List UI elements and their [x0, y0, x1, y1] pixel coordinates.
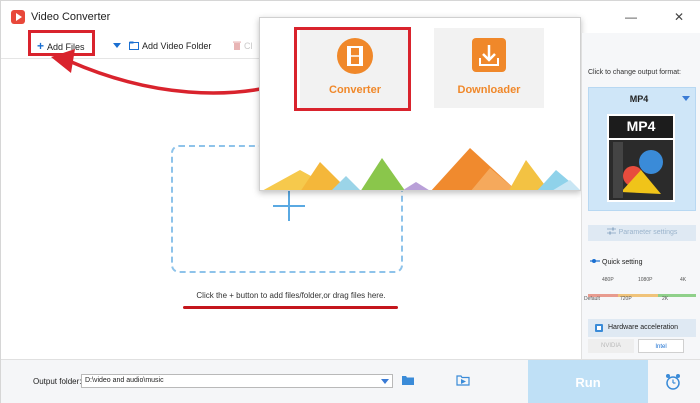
quality-slider[interactable] — [588, 289, 696, 297]
intel-chip[interactable]: Intel — [638, 339, 684, 353]
output-folder-field[interactable]: D:\video and audio\music — [81, 374, 393, 388]
add-plus-icon[interactable] — [273, 191, 305, 223]
tick-1080p: 1080P — [638, 277, 653, 283]
downloader-tile[interactable]: Downloader — [434, 28, 544, 108]
clear-button[interactable]: Cl — [233, 38, 253, 54]
app-logo-icon — [11, 10, 25, 24]
quick-setting: Quick setting — [590, 258, 642, 266]
tick-720p: 720P — [620, 296, 632, 302]
caret-down-icon — [682, 96, 690, 101]
clear-label: Cl — [244, 41, 253, 51]
trash-icon — [233, 41, 241, 50]
converter-highlight — [294, 27, 411, 111]
close-button[interactable]: ✕ — [669, 7, 689, 27]
tick-4k: 4K — [680, 277, 687, 283]
browse-folder-icon[interactable] — [401, 374, 415, 386]
minimize-button[interactable]: — — [621, 7, 641, 27]
output-sidebar: Click to change output format: MP4 MP4 P… — [581, 33, 700, 359]
bottom-bar: Output folder: D:\video and audio\music … — [1, 359, 700, 403]
folder-icon — [129, 41, 139, 50]
open-output-folder-icon[interactable] — [456, 374, 470, 386]
add-files-highlight — [28, 30, 95, 56]
add-files-dropdown[interactable] — [113, 38, 121, 54]
download-icon — [472, 38, 506, 72]
add-video-folder-label: Add Video Folder — [142, 41, 212, 51]
run-button[interactable]: Run — [528, 360, 648, 403]
add-video-folder-button[interactable]: Add Video Folder — [129, 38, 211, 54]
tick-480p: 480P — [602, 277, 614, 283]
chip-icon — [595, 324, 603, 332]
parameter-settings-button[interactable]: Parameter settings — [588, 225, 696, 241]
decorative-triangles — [263, 148, 580, 190]
parameter-settings-label: Parameter settings — [618, 229, 678, 236]
mp4-format-icon: MP4 — [607, 114, 675, 202]
quick-setting-label: Quick setting — [602, 259, 643, 266]
output-folder-label: Output folder: — [33, 377, 82, 386]
hardware-acceleration-label: Hardware acceleration — [608, 324, 679, 331]
app-window: Video Converter — ✕ + Add Files Add Video… — [0, 0, 700, 403]
hint-underline — [183, 306, 398, 309]
tick-default: Default — [584, 296, 600, 302]
caret-down-icon[interactable] — [381, 379, 389, 384]
downloader-label: Downloader — [457, 84, 521, 96]
app-title: Video Converter — [31, 11, 111, 23]
hardware-acceleration-button[interactable]: Hardware acceleration — [588, 319, 696, 337]
tick-2k: 2K — [662, 296, 669, 302]
drop-hint: Click the + button to add files/folder,o… — [196, 291, 386, 300]
tool-popup: Converter Downloader — [259, 17, 581, 191]
sliders-icon — [606, 227, 616, 235]
mp4-badge: MP4 — [626, 118, 656, 134]
caret-down-icon — [113, 43, 121, 48]
format-prompt: Click to change output format: — [588, 69, 681, 76]
output-format-selector[interactable]: MP4 MP4 — [588, 87, 696, 211]
format-name: MP4 — [629, 94, 649, 104]
quick-setting-icon — [590, 259, 600, 263]
nvidia-chip[interactable]: NVIDIA — [588, 339, 634, 353]
alarm-clock-icon[interactable] — [665, 373, 681, 391]
